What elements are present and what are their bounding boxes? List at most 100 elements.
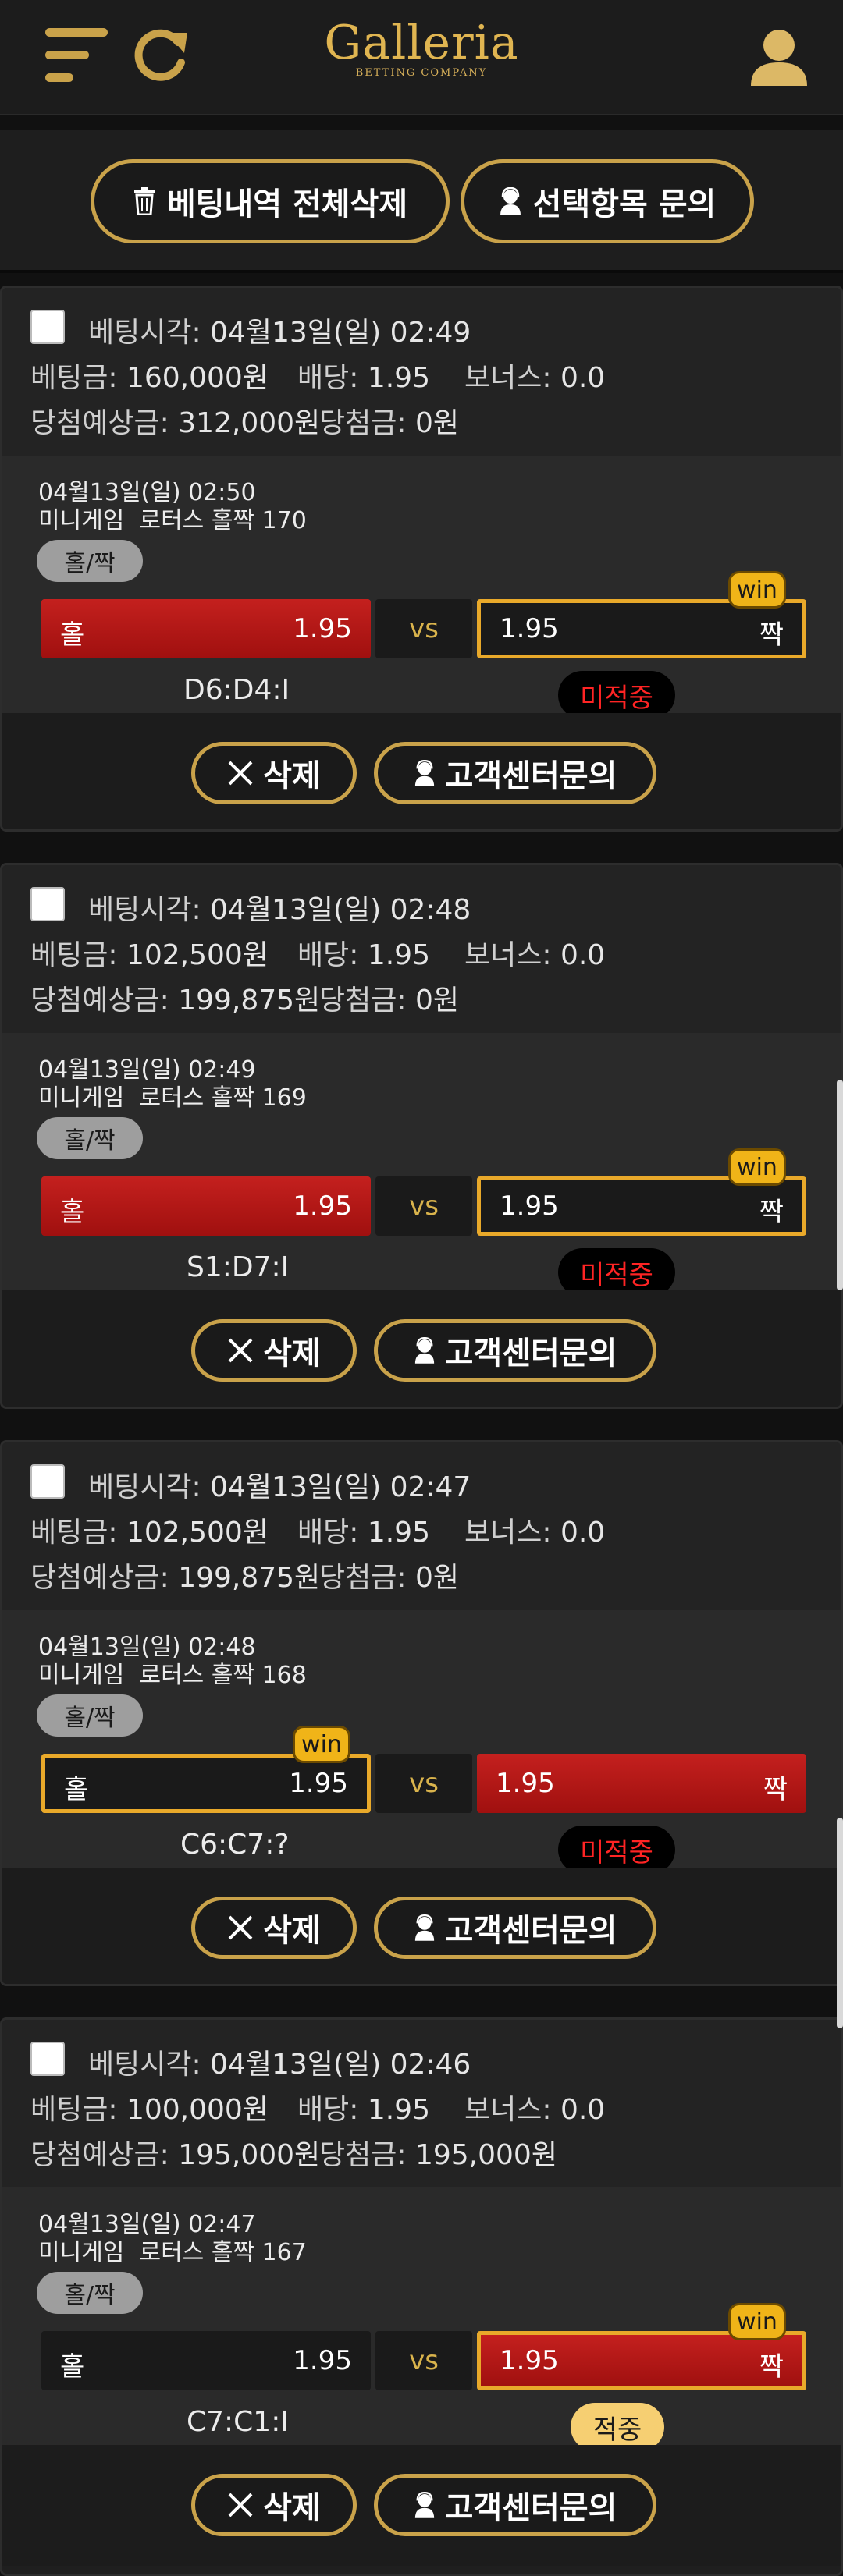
bet-card: 베팅시각: 04월13일(일) 02:46 베팅금: 100,000원 배당: … <box>0 2017 843 2576</box>
bet-card: 베팅시각: 04월13일(일) 02:47 베팅금: 102,500원 배당: … <box>0 1440 843 1986</box>
support-agent-icon <box>414 760 434 786</box>
odds-label: 배당: <box>297 362 359 394</box>
delete-bet-button[interactable]: 삭제 <box>191 1319 357 1382</box>
inquire-selected-button[interactable]: 선택항목 문의 <box>461 159 754 243</box>
bet-amount-label: 베팅금: <box>30 939 118 971</box>
game-result: C7:C1:I <box>187 2406 289 2438</box>
game-name: 로터스 홀짝 168 <box>139 1662 307 1689</box>
away-option-label: 짝 <box>759 2351 784 2383</box>
away-option-odds: 1.95 <box>500 2345 559 2376</box>
brand-logo[interactable]: Galleria BETTING COMPANY <box>297 19 546 79</box>
game-type: 미니게임 <box>38 1662 125 1689</box>
app-header: Galleria BETTING COMPANY <box>0 0 843 115</box>
vs-separator: vs <box>375 1754 472 1813</box>
contact-support-button[interactable]: 고객센터문의 <box>374 2474 656 2536</box>
bet-card: 베팅시각: 04월13일(일) 02:49 베팅금: 160,000원 배당: … <box>0 286 843 832</box>
game-result: D6:D4:I <box>183 674 290 706</box>
logo-text: Galleria <box>324 16 519 70</box>
bonus-label: 보너스: <box>464 2094 552 2126</box>
vs-separator: vs <box>375 1176 472 1236</box>
away-option-label: 짝 <box>759 1197 784 1228</box>
expected-payout-label: 당첨예상금: <box>30 985 169 1017</box>
bet-amount: 102,500원 <box>126 939 269 971</box>
home-option[interactable]: 홀 1.95 <box>41 2331 371 2390</box>
delete-bet-button[interactable]: 삭제 <box>191 742 357 804</box>
contact-support-button[interactable]: 고객센터문의 <box>374 742 656 804</box>
bet-select-checkbox[interactable] <box>30 1464 65 1499</box>
bet-select-checkbox[interactable] <box>30 887 65 921</box>
trash-icon <box>133 187 155 215</box>
expected-payout: 199,875원 <box>178 1562 321 1594</box>
bet-amount-label: 베팅금: <box>30 1517 118 1549</box>
delete-bet-button[interactable]: 삭제 <box>191 2474 357 2536</box>
refresh-icon[interactable] <box>133 25 189 84</box>
bet-status-badge: 미적중 <box>558 1248 675 1297</box>
scrollbar-thumb[interactable] <box>837 1818 843 2028</box>
bet-time: 04월13일(일) 02:49 <box>210 317 471 349</box>
bet-status-badge: 미적중 <box>558 1826 675 1874</box>
home-option-label: 홀 <box>60 2351 85 2383</box>
scrollbar-thumb[interactable] <box>837 1080 843 1290</box>
away-option[interactable]: 1.95 짝 <box>477 1754 806 1813</box>
bonus-label: 보너스: <box>464 362 552 394</box>
payout-value: 0원 <box>414 985 459 1017</box>
support-agent-icon <box>414 1337 434 1364</box>
bet-select-checkbox[interactable] <box>30 310 65 344</box>
odds-label: 배당: <box>297 939 359 971</box>
contact-support-label: 고객센터문의 <box>444 1913 617 1949</box>
contact-support-button[interactable]: 고객센터문의 <box>374 1897 656 1959</box>
bonus-label: 보너스: <box>464 939 552 971</box>
close-icon <box>228 761 253 786</box>
payout-label: 당첨금: <box>319 2139 407 2171</box>
bet-time-label: 베팅시각: <box>88 894 201 926</box>
bet-time: 04월13일(일) 02:46 <box>210 2049 471 2081</box>
odds-label: 배당: <box>297 2094 359 2126</box>
support-agent-icon <box>500 187 521 215</box>
contact-support-label: 고객센터문의 <box>444 1336 617 1371</box>
vs-separator: vs <box>375 599 472 658</box>
payout-label: 당첨금: <box>319 407 407 439</box>
contact-support-label: 고객센터문의 <box>444 758 617 794</box>
delete-bet-label: 삭제 <box>263 1336 321 1371</box>
home-option-label: 홀 <box>60 619 85 651</box>
bet-time: 04월13일(일) 02:47 <box>210 1471 471 1503</box>
expected-payout: 195,000원 <box>178 2139 321 2171</box>
payout-label: 당첨금: <box>319 985 407 1017</box>
home-option-label: 홀 <box>60 1197 85 1228</box>
delete-bet-button[interactable]: 삭제 <box>191 1897 357 1959</box>
bet-select-checkbox[interactable] <box>30 2042 65 2076</box>
home-option-odds: 1.95 <box>293 2345 352 2376</box>
payout-value: 0원 <box>414 407 459 439</box>
game-result: C6:C7:? <box>180 1829 290 1861</box>
home-option[interactable]: 홀 1.95 <box>41 599 371 658</box>
bet-amount-label: 베팅금: <box>30 362 118 394</box>
win-badge: win <box>728 571 786 609</box>
close-icon <box>228 1915 253 1940</box>
delete-bet-label: 삭제 <box>263 1913 321 1949</box>
user-icon[interactable] <box>748 25 810 87</box>
contact-support-button[interactable]: 고객센터문의 <box>374 1319 656 1382</box>
home-option-odds: 1.95 <box>289 1768 348 1799</box>
close-icon <box>228 2493 253 2517</box>
away-option-odds: 1.95 <box>496 1768 555 1799</box>
bet-status-badge: 미적중 <box>558 671 675 719</box>
payout-label: 당첨금: <box>319 1562 407 1594</box>
delete-all-bets-button[interactable]: 베팅내역 전체삭제 <box>91 159 450 243</box>
menu-icon[interactable] <box>45 28 108 83</box>
odds-label: 배당: <box>297 1517 359 1549</box>
game-type: 미니게임 <box>38 1084 125 1112</box>
home-option-label: 홀 <box>64 1774 89 1805</box>
away-option-label: 짝 <box>759 619 784 651</box>
expected-payout: 312,000원 <box>178 407 321 439</box>
close-icon <box>228 1338 253 1363</box>
game-result: S1:D7:I <box>187 1251 290 1283</box>
support-agent-icon <box>414 1914 434 1941</box>
market-tag: 홀/짝 <box>37 540 143 582</box>
home-option[interactable]: 홀 1.95 <box>41 1176 371 1236</box>
payout-value: 195,000원 <box>414 2139 557 2171</box>
market-tag: 홀/짝 <box>37 2272 143 2314</box>
expected-payout: 199,875원 <box>178 985 321 1017</box>
away-option-label: 짝 <box>763 1774 788 1805</box>
expected-payout-label: 당첨예상금: <box>30 1562 169 1594</box>
bet-time: 04월13일(일) 02:48 <box>210 894 471 926</box>
